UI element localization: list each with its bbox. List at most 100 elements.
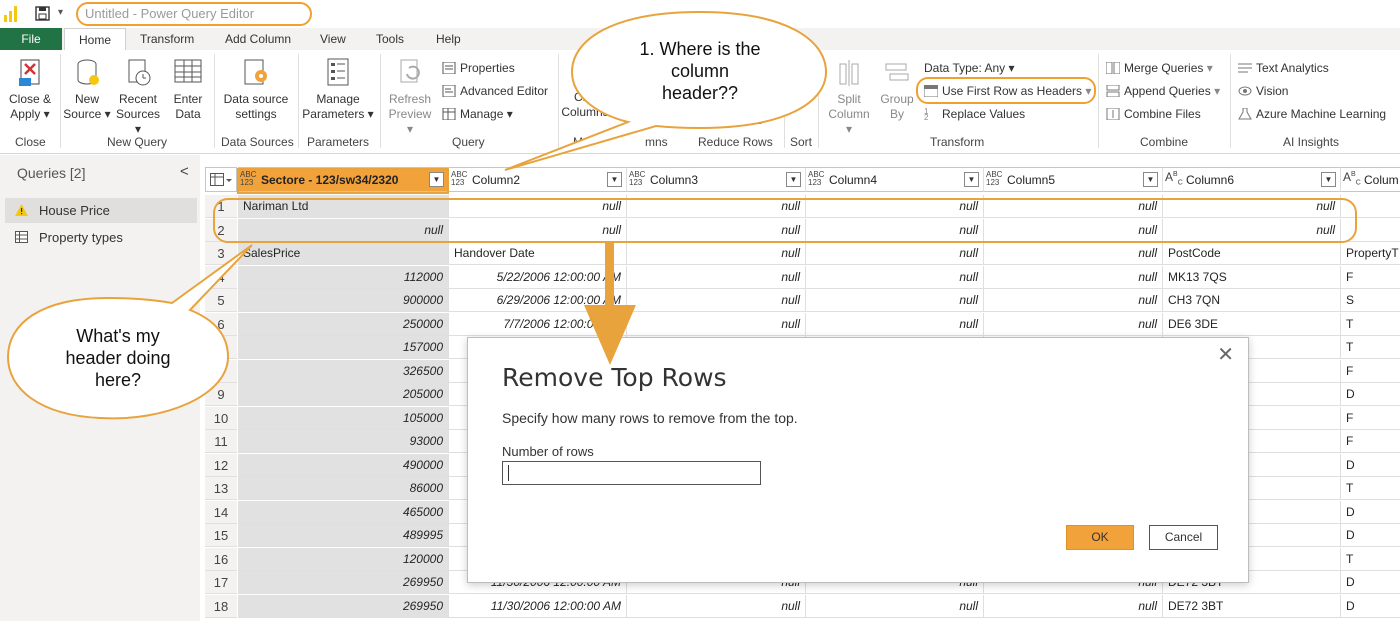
table-cell[interactable]: PostCode <box>1163 242 1341 265</box>
table-cell[interactable]: 269950 <box>238 571 449 594</box>
table-cell[interactable]: CH3 7QN <box>1163 289 1341 312</box>
any-type-icon[interactable]: ABC 123 <box>451 171 467 187</box>
table-cell[interactable]: MK13 7QS <box>1163 265 1341 289</box>
table-cell[interactable]: Nariman Ltd <box>238 195 449 218</box>
append-queries-button[interactable]: Append Queries ▾ <box>1106 83 1220 99</box>
table-cell[interactable]: 900000 <box>238 289 449 312</box>
row-number[interactable]: 4 <box>205 265 237 289</box>
any-type-icon[interactable]: ABC 123 <box>808 171 824 187</box>
column-filter-dropdown-icon[interactable]: ▼ <box>964 172 979 187</box>
table-cell[interactable]: null <box>984 218 1163 242</box>
close-icon[interactable]: ✕ <box>1217 342 1234 367</box>
table-cell[interactable]: null <box>984 242 1163 265</box>
table-cell[interactable]: F <box>1341 360 1400 383</box>
row-number[interactable]: 2 <box>205 218 237 242</box>
table-cell[interactable]: null <box>806 242 984 265</box>
save-icon[interactable] <box>35 6 50 24</box>
table-cell[interactable]: null <box>806 289 984 312</box>
column-header[interactable]: ABC 123 Sectore - 123/sw34/2320 ▼ <box>238 167 449 192</box>
split-column-button[interactable]: Split Column ▾ <box>826 56 872 137</box>
table-cell[interactable]: 6/29/2006 12:00:00 AM <box>449 289 627 312</box>
table-cell[interactable]: T <box>1341 548 1400 571</box>
table-cell[interactable]: F <box>1341 266 1400 289</box>
data-source-settings-button[interactable]: Data source settings <box>218 56 294 122</box>
any-type-icon[interactable]: ABC 123 <box>986 171 1002 187</box>
vision-button[interactable]: Vision <box>1238 83 1288 99</box>
table-cell[interactable]: 157000 <box>238 336 449 359</box>
tab-home[interactable]: Home <box>64 28 127 51</box>
row-number[interactable]: 1 <box>205 195 237 218</box>
tab-view[interactable]: View <box>320 28 346 50</box>
text-analytics-button[interactable]: Text Analytics <box>1238 60 1329 76</box>
data-type-dropdown[interactable]: Data Type: Any ▾ <box>924 60 1015 76</box>
column-header[interactable]: ABC 123 Column3 ▼ <box>627 167 806 192</box>
table-cell[interactable]: DE6 3DE <box>1163 312 1341 336</box>
row-number[interactable]: 3 <box>205 242 237 265</box>
row-number[interactable]: 15 <box>205 524 237 547</box>
table-cell[interactable]: 205000 <box>238 383 449 406</box>
tab-tools[interactable]: Tools <box>376 28 404 50</box>
row-number[interactable]: 12 <box>205 453 237 477</box>
column-header[interactable]: ABC 123 Column2 ▼ <box>449 167 627 192</box>
quick-access-dropdown-icon[interactable]: ▾ <box>58 7 63 18</box>
manage-button[interactable]: Manage ▾ <box>442 106 513 122</box>
table-cell[interactable]: 86000 <box>238 477 449 500</box>
replace-values-button[interactable]: 1 2 Replace Values <box>924 106 1025 122</box>
query-item-property-types[interactable]: Property types <box>5 225 197 250</box>
manage-parameters-button[interactable]: Manage Parameters ▾ <box>300 56 376 122</box>
column-filter-dropdown-icon[interactable]: ▼ <box>786 172 801 187</box>
table-cell[interactable]: 250000 <box>238 312 449 336</box>
column-filter-dropdown-icon[interactable]: ▼ <box>607 172 622 187</box>
row-number[interactable]: 18 <box>205 594 237 618</box>
table-cell[interactable] <box>1341 219 1400 242</box>
group-by-button[interactable]: Group By <box>876 56 918 122</box>
table-cell[interactable]: null <box>984 195 1163 218</box>
text-type-icon[interactable]: ABC <box>1165 171 1183 187</box>
table-cell[interactable]: null <box>984 265 1163 289</box>
table-cell[interactable]: 5/22/2006 12:00:00 AM <box>449 265 627 289</box>
table-cell[interactable]: null <box>627 265 806 289</box>
azure-ml-button[interactable]: Azure Machine Learning <box>1238 106 1386 122</box>
table-cell[interactable] <box>1341 195 1400 218</box>
new-source-button[interactable]: New Source ▾ <box>62 56 112 122</box>
table-cell[interactable]: null <box>806 312 984 336</box>
table-cell[interactable]: null <box>984 289 1163 312</box>
row-number[interactable]: 14 <box>205 500 237 524</box>
row-number[interactable]: 13 <box>205 477 237 500</box>
table-cell[interactable]: null <box>238 218 449 242</box>
merge-queries-button[interactable]: Merge Queries ▾ <box>1106 60 1213 76</box>
row-number[interactable]: 16 <box>205 547 237 571</box>
table-cell[interactable]: null <box>984 312 1163 336</box>
close-apply-button[interactable]: Close & Apply ▾ <box>2 56 58 122</box>
row-number[interactable]: 8 <box>205 359 237 383</box>
table-menu-icon[interactable] <box>205 167 237 192</box>
table-cell[interactable]: 490000 <box>238 453 449 477</box>
table-cell[interactable]: null <box>627 218 806 242</box>
table-cell[interactable]: T <box>1341 313 1400 336</box>
table-cell[interactable]: D <box>1341 595 1400 618</box>
table-cell[interactable]: T <box>1341 477 1400 500</box>
tab-file[interactable]: File <box>0 28 62 50</box>
cancel-button[interactable]: Cancel <box>1149 525 1218 550</box>
table-cell[interactable]: 93000 <box>238 430 449 453</box>
query-item-house-price[interactable]: House Price <box>5 198 197 223</box>
table-cell[interactable]: null <box>627 195 806 218</box>
table-cell[interactable]: null <box>449 218 627 242</box>
column-filter-dropdown-icon[interactable]: ▼ <box>1143 172 1158 187</box>
table-cell[interactable]: SalesPrice <box>238 242 449 265</box>
table-cell[interactable]: 11/30/2006 12:00:00 AM <box>449 594 627 618</box>
table-cell[interactable]: PropertyT <box>1341 242 1400 265</box>
table-cell[interactable]: T <box>1341 336 1400 359</box>
text-type-icon[interactable]: ABC <box>1343 171 1361 187</box>
table-cell[interactable]: D <box>1341 501 1400 524</box>
table-cell[interactable]: null <box>627 312 806 336</box>
enter-data-button[interactable]: Enter Data <box>166 56 210 122</box>
row-number[interactable]: 10 <box>205 406 237 430</box>
table-cell[interactable]: F <box>1341 430 1400 453</box>
table-cell[interactable]: null <box>1163 218 1341 242</box>
recent-sources-button[interactable]: Recent Sources ▾ <box>113 56 163 137</box>
table-cell[interactable]: null <box>806 265 984 289</box>
tab-transform[interactable]: Transform <box>140 28 194 50</box>
column-filter-dropdown-icon[interactable]: ▼ <box>1321 172 1336 187</box>
row-number[interactable]: 17 <box>205 571 237 594</box>
